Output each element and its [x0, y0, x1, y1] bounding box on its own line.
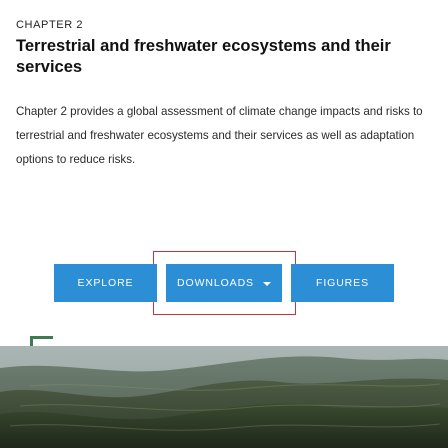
forest-ridges-illustration	[0, 346, 448, 448]
figures-button-label: FIGURES	[316, 277, 369, 289]
hero-image	[0, 346, 448, 448]
caret-down-icon	[262, 281, 271, 286]
figures-button[interactable]: FIGURES	[291, 264, 394, 302]
chapter-description: Chapter 2 provides a global assessment o…	[16, 105, 423, 166]
explore-button[interactable]: EXPLORE	[54, 264, 157, 302]
downloads-button-label: DOWNLOADS	[177, 277, 254, 289]
explore-button-label: EXPLORE	[77, 277, 134, 289]
chapter-eyebrow: CHAPTER 2	[16, 19, 84, 31]
section-accent-rule	[30, 336, 53, 346]
chapter-actions: EXPLORE DOWNLOADS FIGURES	[54, 264, 394, 302]
chapter-page: CHAPTER 2 Terrestrial and freshwater eco…	[0, 0, 448, 448]
downloads-dropdown-button[interactable]: DOWNLOADS	[166, 264, 282, 302]
chapter-title: Terrestrial and freshwater ecosystems an…	[16, 37, 391, 76]
